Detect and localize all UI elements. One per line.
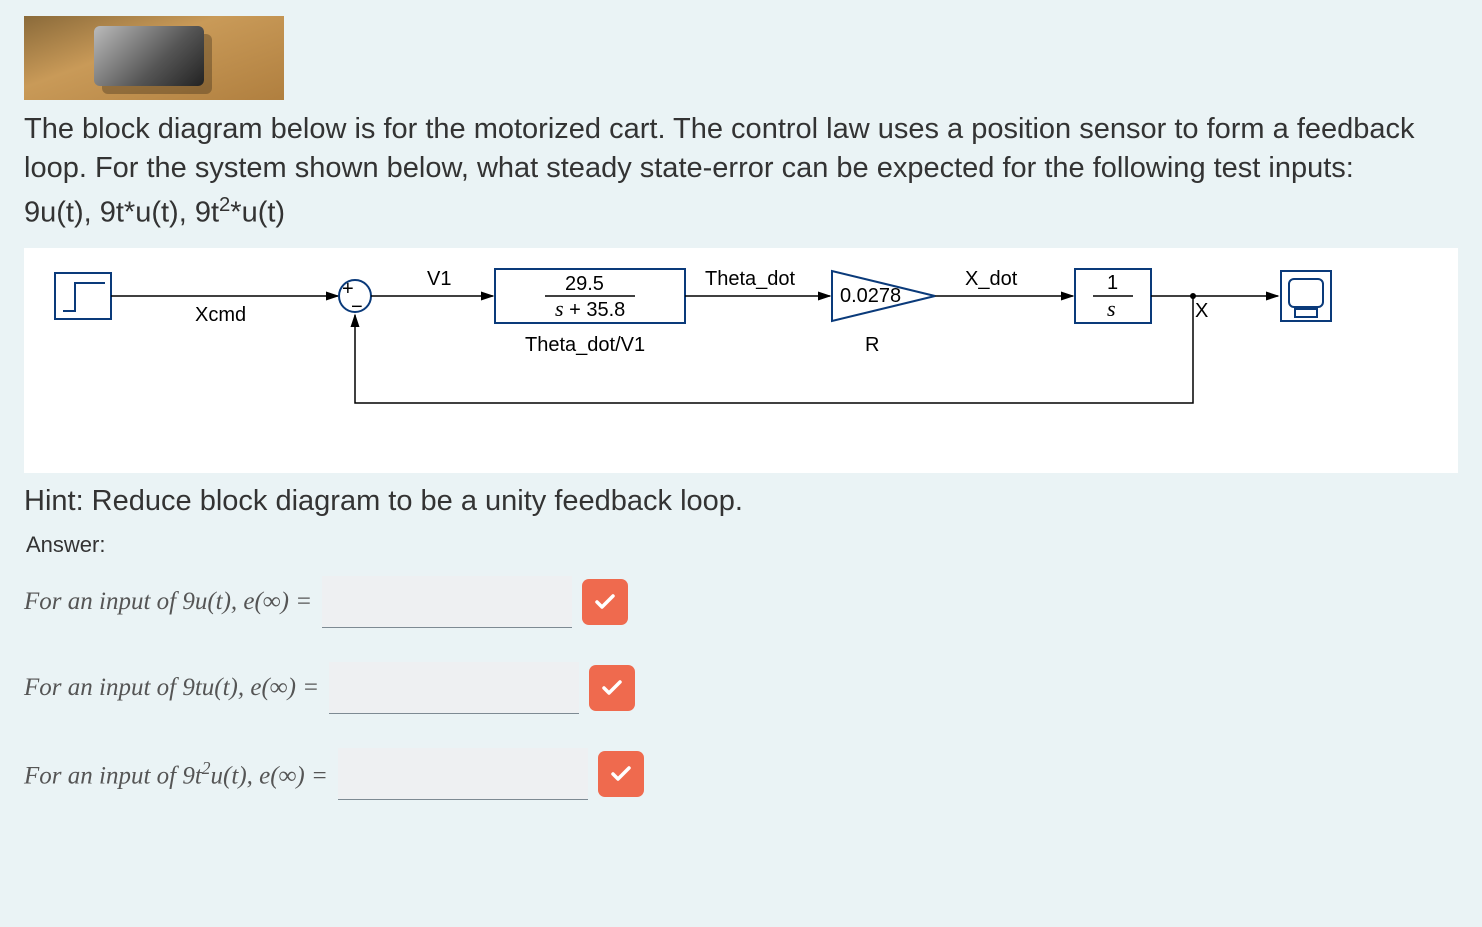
gain-value: 0.0278 — [840, 285, 901, 307]
int-num: 1 — [1107, 272, 1118, 294]
check-icon — [609, 762, 633, 786]
problem-page: The block diagram below is for the motor… — [0, 0, 1482, 874]
tf-den: s + 35.8 — [555, 296, 625, 321]
q1-prompt: For an input of 9u(t), e(∞) = — [24, 588, 312, 616]
tf-num: 29.5 — [565, 273, 604, 295]
q2-check-button[interactable] — [589, 665, 635, 711]
int-den: s — [1107, 296, 1116, 321]
q2-input[interactable] — [329, 662, 579, 714]
check-icon — [593, 590, 617, 614]
question-row-1: For an input of 9u(t), e(∞) = — [24, 576, 1458, 628]
q1-input[interactable] — [322, 576, 572, 628]
problem-paragraph: The block diagram below is for the motor… — [24, 110, 1458, 188]
check-icon — [600, 676, 624, 700]
test-inputs-line: 9u(t), 9t*u(t), 9t2*u(t) — [24, 194, 1458, 230]
q3-prompt-post: u(t), e(∞) = — [211, 762, 328, 789]
q3-check-button[interactable] — [598, 751, 644, 797]
label-v1: V1 — [427, 268, 451, 290]
q3-prompt: For an input of 9t2u(t), e(∞) = — [24, 758, 328, 790]
inputs-text-1: 9u(t), 9t*u(t), 9t — [24, 197, 219, 229]
problem-statement: The block diagram below is for the motor… — [24, 110, 1458, 188]
q3-prompt-exp: 2 — [202, 758, 211, 778]
answer-header: Answer: — [26, 532, 1458, 558]
hint-text: Hint: Reduce block diagram to be a unity… — [24, 485, 1458, 518]
label-xdot: X_dot — [965, 268, 1018, 290]
q2-prompt: For an input of 9tu(t), e(∞) = — [24, 674, 319, 702]
question-row-2: For an input of 9tu(t), e(∞) = — [24, 662, 1458, 714]
q3-input[interactable] — [338, 748, 588, 800]
inputs-text-2: *u(t) — [230, 197, 285, 229]
label-x: X — [1195, 300, 1208, 322]
question-row-3: For an input of 9t2u(t), e(∞) = — [24, 748, 1458, 800]
tf-label: Theta_dot/V1 — [525, 334, 645, 356]
block-diagram-svg: Xcmd + − V1 29.5 s + 35.8 Theta_dot/V1 T… — [35, 263, 1335, 433]
label-xcmd: Xcmd — [195, 304, 246, 326]
gain-label: R — [865, 334, 879, 356]
inputs-exponent: 2 — [219, 194, 230, 216]
q1-check-button[interactable] — [582, 579, 628, 625]
q3-prompt-pre: For an input of 9t — [24, 762, 202, 789]
block-diagram: Xcmd + − V1 29.5 s + 35.8 Theta_dot/V1 T… — [24, 248, 1458, 473]
sum-minus: − — [351, 296, 363, 318]
label-theta-dot: Theta_dot — [705, 268, 796, 290]
cart-thumbnail — [24, 16, 284, 100]
